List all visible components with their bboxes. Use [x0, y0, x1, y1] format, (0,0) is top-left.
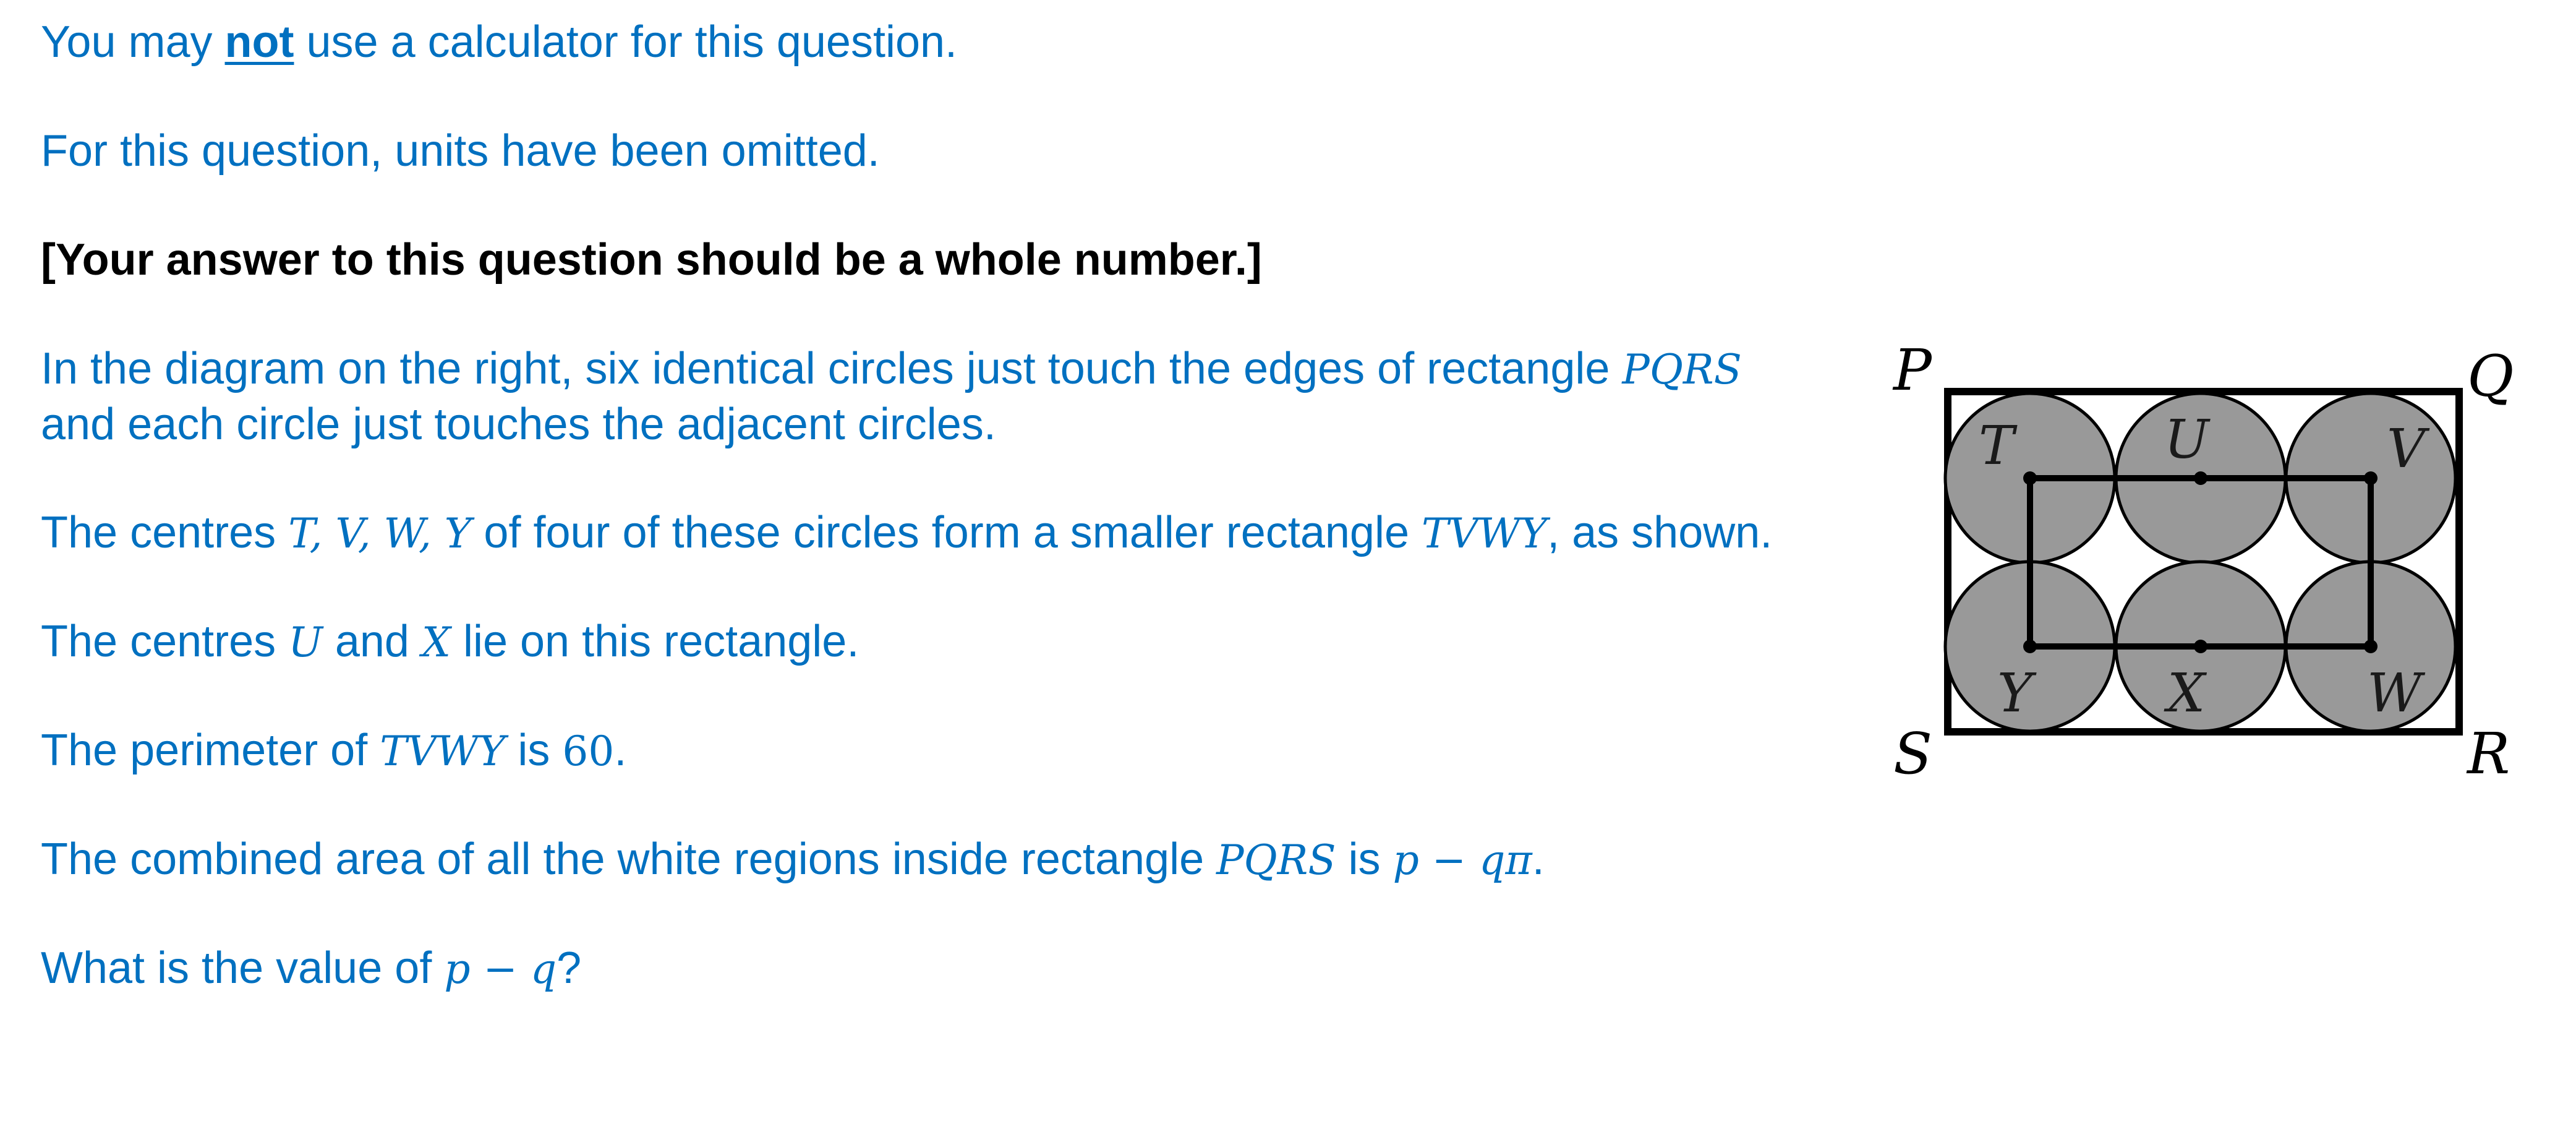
circles-diagram: P Q R S T U V Y X W [1880, 334, 2566, 804]
label-q: Q [2467, 343, 2514, 410]
dot-y [2023, 640, 2037, 653]
math-pqrs-area: PQRS [1216, 836, 1336, 884]
math-tvwy-perimeter: TVWY [380, 727, 506, 775]
area-text-a: The combined area of all the white regio… [41, 834, 1217, 884]
label-t: T [1979, 415, 2018, 477]
diagram-description: In the diagram on the right, six identic… [41, 341, 1742, 452]
calculator-notice-after: use a calculator for this question. [294, 17, 958, 67]
centres-text-a: The centres [41, 508, 289, 557]
area-text-b: is [1336, 834, 1393, 884]
label-w: W [2367, 663, 2426, 724]
centres-text-c: , as shown. [1547, 508, 1773, 557]
diagram-description-line1: In the diagram on the right, six identic… [41, 341, 1742, 397]
label-r: R [2466, 721, 2510, 787]
centres-text-b: of four of these circles form a smaller … [471, 508, 1422, 557]
label-x: X [2164, 663, 2207, 724]
area-text-c: . [1532, 834, 1545, 884]
diagram-description-line2: and each circle just touches the adjacen… [41, 400, 996, 449]
answer-format-notice: [Your answer to this question should be … [41, 235, 1262, 285]
math-u: U [288, 619, 323, 666]
dot-u [2194, 471, 2207, 485]
math-tvwy: TVWY [1422, 510, 1548, 557]
dot-v [2364, 471, 2378, 485]
calculator-notice: You may not use a calculator for this qu… [41, 15, 957, 69]
final-question-text-a: What is the value of [41, 943, 445, 993]
math-tvwy-list: T, V, W, Y [288, 510, 472, 557]
area-paragraph: The combined area of all the white regio… [41, 832, 1545, 888]
label-u: U [2164, 409, 2211, 471]
circles-diagram-svg: P Q R S T U V Y X W [1892, 337, 2514, 787]
calculator-notice-before: You may [41, 17, 225, 67]
dot-x [2194, 640, 2207, 653]
perimeter-value: 60 [562, 727, 615, 775]
units-notice: For this question, units have been omitt… [41, 126, 880, 176]
diagram-description-text-a: In the diagram on the right, six identic… [41, 344, 1623, 393]
calculator-notice-emphasis: not [224, 17, 294, 67]
math-p-minus-q-pi: p − qπ [1392, 836, 1532, 884]
ux-paragraph: The centres U and X lie on this rectangl… [41, 614, 859, 670]
label-s: S [1893, 721, 1932, 787]
ux-text-a: The centres [41, 617, 289, 666]
centres-paragraph: The centres T, V, W, Y of four of these … [41, 505, 1772, 561]
label-v: V [2387, 418, 2430, 480]
perimeter-text-c: . [614, 726, 627, 775]
ux-text-c: lie on this rectangle. [450, 617, 859, 666]
perimeter-paragraph: The perimeter of TVWY is 60. [41, 723, 626, 779]
perimeter-text-a: The perimeter of [41, 726, 380, 775]
perimeter-text-b: is [505, 726, 563, 775]
label-p: P [1892, 337, 1933, 403]
final-question: What is the value of p − q? [41, 941, 581, 997]
ux-text-b: and [322, 617, 422, 666]
math-p-minus-q: p − q [444, 945, 557, 993]
math-x: X [421, 619, 451, 666]
final-question-text-b: ? [557, 943, 582, 993]
math-pqrs: PQRS [1622, 346, 1742, 393]
question-page: You may not use a calculator for this qu… [0, 0, 2576, 1124]
label-y: Y [1997, 663, 2037, 724]
dot-w [2364, 640, 2378, 653]
dot-t [2023, 471, 2037, 485]
